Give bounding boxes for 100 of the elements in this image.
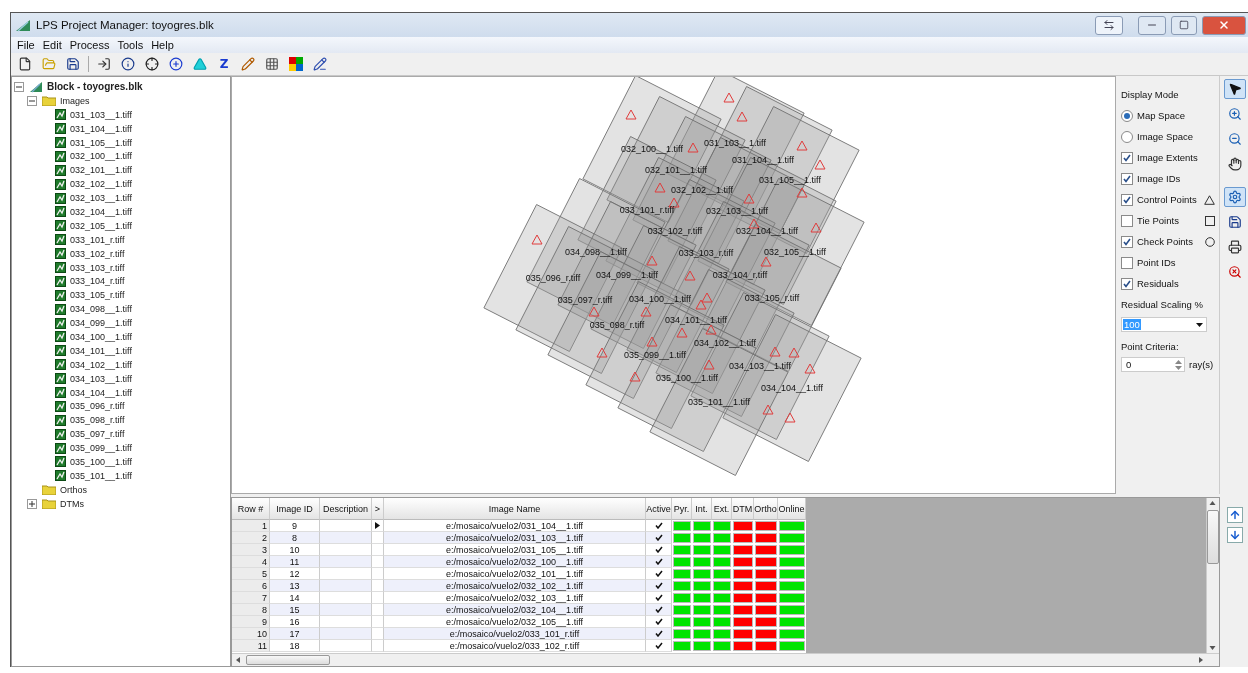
menu-item[interactable]: Tools	[113, 39, 148, 51]
checkbox-label[interactable]: Check Points	[1137, 236, 1201, 247]
control-point-marker	[762, 404, 774, 415]
tree-item[interactable]: 035_100__1.tiff	[69, 457, 133, 467]
control-point-marker	[695, 299, 707, 310]
checkbox-label[interactable]: Image Extents	[1137, 152, 1219, 163]
scrollbar-thumb[interactable]	[246, 655, 330, 665]
tree-item[interactable]: 032_102__1.tiff	[69, 179, 133, 190]
toolbar-button[interactable]	[167, 55, 185, 73]
toolbar-button[interactable]	[64, 55, 82, 73]
spin-field[interactable]: 0	[1121, 357, 1185, 372]
close-button[interactable]	[1202, 15, 1246, 35]
tree-item[interactable]: 033_102_r.tiff	[69, 248, 126, 259]
tree-item[interactable]: 034_099__1.tiff	[69, 318, 133, 329]
image-label: 035_098_r.tiff	[589, 320, 645, 330]
column-header[interactable]: Ext.	[712, 498, 732, 520]
image-label: 033_104_r.tiff	[712, 270, 768, 280]
tree-item[interactable]: Orthos	[59, 484, 88, 495]
menu-item[interactable]: Edit	[38, 39, 66, 51]
swap-button[interactable]	[1095, 15, 1123, 35]
scroll-up-icon[interactable]	[1207, 498, 1218, 508]
column-header[interactable]: Active	[646, 498, 672, 520]
move-down-button[interactable]	[1227, 527, 1243, 543]
tree-item[interactable]: 033_101_r.tiff	[69, 234, 126, 245]
column-header[interactable]: DTM	[732, 498, 754, 520]
radio-button[interactable]	[1121, 130, 1133, 143]
checkbox[interactable]	[1121, 277, 1133, 290]
scrollbar-thumb[interactable]	[1207, 510, 1219, 564]
tree-item[interactable]: 032_103__1.tiff	[69, 193, 133, 204]
checkbox-label[interactable]: Image IDs	[1137, 173, 1219, 184]
tree-item[interactable]: 031_104__1.tiff	[69, 123, 133, 134]
checkbox-label[interactable]: Tie Points	[1137, 215, 1201, 226]
table-cell: 12	[270, 568, 320, 580]
column-header[interactable]: Ortho	[754, 498, 778, 520]
checkbox[interactable]	[1121, 214, 1133, 227]
tree-item[interactable]: 033_103_r.tiff	[69, 262, 126, 273]
tree-item[interactable]: 035_097_r.tiff	[69, 429, 126, 440]
radio-label[interactable]: Image Space	[1137, 131, 1219, 142]
tree-item[interactable]: 033_104_r.tiff	[69, 276, 126, 287]
checkbox[interactable]	[1121, 172, 1133, 185]
toolbar-button[interactable]	[311, 55, 329, 73]
tree-item[interactable]: 033_105_r.tiff	[69, 290, 126, 301]
tree-item[interactable]: Block - toyogres.blk	[46, 81, 144, 93]
collapse-toggle[interactable]	[14, 81, 24, 92]
pointer-icon	[1228, 82, 1242, 96]
column-header[interactable]: Pyr.	[672, 498, 692, 520]
tree-item[interactable]: 031_105__1.tiff	[69, 137, 133, 148]
tree-item[interactable]: 034_101__1.tiff	[69, 345, 133, 356]
tree-item[interactable]: 035_096_r.tiff	[69, 401, 126, 412]
toolbar-button[interactable]	[143, 55, 161, 73]
menu-item[interactable]: Process	[65, 39, 114, 51]
image-label: 032_102__1.tiff	[671, 185, 733, 195]
tree-item[interactable]: 035_098_r.tiff	[69, 415, 126, 426]
tree-item[interactable]: 031_103__1.tiff	[69, 109, 133, 120]
column-header[interactable]: Image ID	[270, 498, 320, 520]
table-cell	[320, 592, 372, 604]
tool-button[interactable]	[1224, 79, 1246, 99]
control-point-marker	[788, 347, 800, 358]
maximize-button[interactable]	[1171, 15, 1197, 35]
image-label: 032_103__1.tiff	[706, 206, 768, 216]
radio-button[interactable]	[1121, 109, 1133, 122]
menu-item[interactable]: File	[13, 39, 39, 51]
checkbox[interactable]	[1121, 151, 1133, 164]
image-label: 034_103__1.tiff	[729, 361, 791, 371]
tree-item[interactable]: 035_099__1.tiff	[69, 443, 133, 454]
column-header[interactable]: Online	[778, 498, 806, 520]
checkbox-label[interactable]: Residuals	[1137, 278, 1219, 289]
tree-item[interactable]: Images	[59, 95, 91, 106]
tree-item[interactable]: 034_104__1.tiff	[69, 387, 133, 398]
checkbox-label[interactable]: Control Points	[1137, 194, 1200, 205]
tree-item[interactable]: 034_103__1.tiff	[69, 373, 133, 384]
checkbox-label[interactable]: Point IDs	[1137, 257, 1219, 268]
column-header[interactable]: Int.	[692, 498, 712, 520]
column-header[interactable]: Image Name	[384, 498, 646, 520]
move-up-button[interactable]	[1227, 507, 1243, 523]
expand-toggle[interactable]	[27, 498, 37, 509]
tree-item[interactable]: 032_100__1.tiff	[69, 151, 133, 162]
control-point-marker	[640, 306, 652, 317]
radio-label[interactable]: Map Space	[1137, 110, 1219, 121]
checkbox[interactable]	[1121, 256, 1133, 269]
checkbox[interactable]	[1121, 235, 1133, 248]
tree-item[interactable]: DTMs	[59, 498, 85, 509]
toolbar-button[interactable]: Z	[215, 55, 233, 73]
tree-item[interactable]: 035_101__1.tiff	[69, 470, 133, 481]
tree-item[interactable]: 032_104__1.tiff	[69, 206, 133, 217]
menu-item[interactable]: Help	[147, 39, 178, 51]
map-canvas[interactable]	[231, 76, 1116, 494]
tree-item[interactable]: 034_100__1.tiff	[69, 331, 133, 342]
checkbox[interactable]	[1121, 193, 1133, 206]
tree-item[interactable]: 032_105__1.tiff	[69, 220, 133, 231]
control-point-marker	[531, 234, 543, 245]
tree-item[interactable]: 034_102__1.tiff	[69, 359, 133, 370]
column-header[interactable]: >	[372, 498, 384, 520]
column-header[interactable]: Description	[320, 498, 372, 520]
tree-item[interactable]: 034_098__1.tiff	[69, 304, 133, 315]
column-header[interactable]: Row #	[232, 498, 270, 520]
toolbar-button[interactable]	[95, 55, 113, 73]
tree-item[interactable]: 032_101__1.tiff	[69, 165, 133, 176]
toolbar-button[interactable]	[119, 55, 137, 73]
collapse-toggle[interactable]	[27, 95, 37, 106]
